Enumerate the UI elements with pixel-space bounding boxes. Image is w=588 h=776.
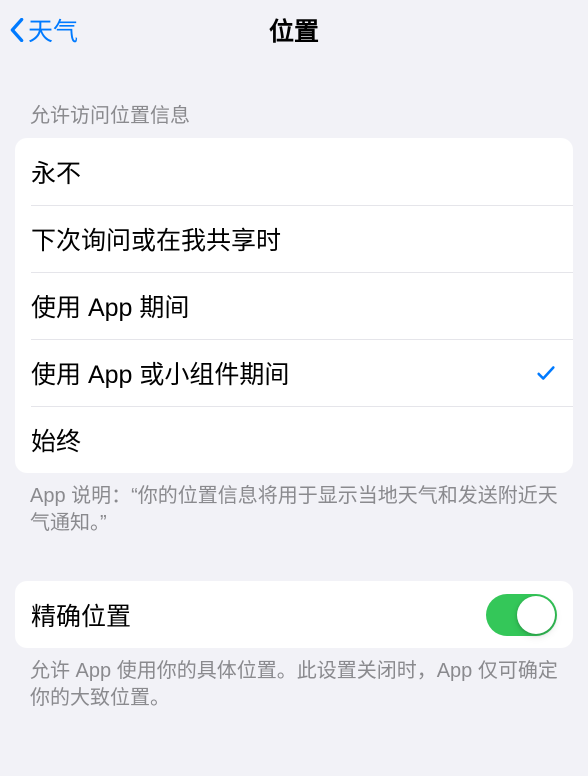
precise-location-group: 精确位置 (15, 581, 573, 648)
back-label: 天气 (28, 12, 78, 48)
precise-location-label: 精确位置 (31, 597, 131, 633)
section-header-location-access: 允许访问位置信息 (0, 60, 588, 138)
option-while-using-app-or-widgets[interactable]: 使用 App 或小组件期间 (15, 339, 573, 406)
precise-location-row: 精确位置 (15, 581, 573, 648)
nav-bar: 天气 位置 (0, 0, 588, 60)
section-footer-app-explanation: App 说明：“你的位置信息将用于显示当地天气和发送附近天气通知。” (0, 473, 588, 537)
option-label: 下次询问或在我共享时 (31, 221, 281, 257)
precise-location-toggle[interactable] (486, 594, 557, 636)
chevron-left-icon (8, 16, 26, 44)
option-never[interactable]: 永不 (15, 138, 573, 205)
option-label: 始终 (31, 422, 81, 458)
page-title: 位置 (269, 12, 319, 48)
section-footer-precise-explanation: 允许 App 使用你的具体位置。此设置关闭时，App 仅可确定你的大致位置。 (0, 648, 588, 712)
option-always[interactable]: 始终 (15, 406, 573, 473)
switch-knob (517, 596, 555, 634)
option-label: 使用 App 期间 (31, 288, 189, 324)
location-access-group: 永不 下次询问或在我共享时 使用 App 期间 使用 App 或小组件期间 始终 (15, 138, 573, 473)
option-while-using-app[interactable]: 使用 App 期间 (15, 272, 573, 339)
back-button[interactable]: 天气 (8, 12, 78, 48)
checkmark-icon (531, 360, 557, 386)
option-ask-next-time[interactable]: 下次询问或在我共享时 (15, 205, 573, 272)
option-label: 使用 App 或小组件期间 (31, 355, 289, 391)
option-label: 永不 (31, 154, 81, 190)
